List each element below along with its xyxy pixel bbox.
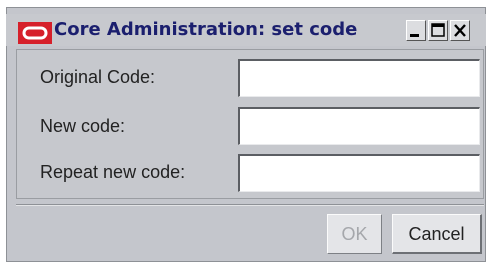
new-code-field[interactable] bbox=[238, 107, 480, 145]
oracle-logo-icon bbox=[18, 22, 52, 44]
original-code-label: Original Code: bbox=[40, 67, 156, 87]
maximize-button[interactable] bbox=[428, 20, 448, 41]
button-separator bbox=[16, 204, 484, 206]
repeat-new-code-field[interactable] bbox=[238, 154, 480, 192]
ok-button[interactable]: OK bbox=[327, 214, 382, 254]
window-title: Core Administration: set code bbox=[54, 19, 358, 40]
new-code-label: New code: bbox=[40, 116, 126, 136]
close-icon bbox=[454, 24, 466, 37]
repeat-new-code-label: Repeat new code: bbox=[40, 162, 186, 182]
minimize-button[interactable] bbox=[406, 20, 426, 41]
minimize-icon bbox=[410, 34, 419, 37]
close-button[interactable] bbox=[450, 20, 470, 41]
maximize-icon bbox=[431, 23, 445, 37]
cancel-button[interactable]: Cancel bbox=[392, 214, 482, 254]
original-code-field[interactable] bbox=[238, 59, 480, 97]
